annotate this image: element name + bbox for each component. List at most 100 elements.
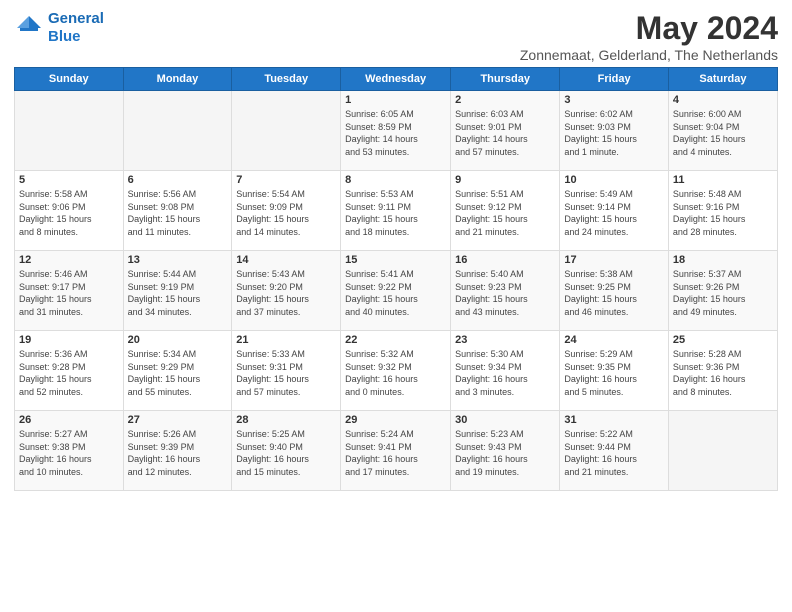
day-cell: 8Sunrise: 5:53 AM Sunset: 9:11 PM Daylig… [341,171,451,251]
day-info: Sunrise: 5:48 AM Sunset: 9:16 PM Dayligh… [673,188,773,238]
day-number: 26 [19,414,119,426]
day-number: 10 [564,174,664,186]
day-cell: 26 Sunrise: 5:27 AM Sunset: 9:38 PM Dayli… [15,411,124,491]
day-number: 14 [236,254,336,266]
day-number: 31 [564,414,664,426]
day-cell [232,91,341,171]
page: General Blue May 2024 Zonnemaat, Gelderl… [0,0,792,612]
day-info: Sunrise: 5:33 AM Sunset: 9:31 PM Dayligh… [236,348,336,398]
subtitle: Zonnemaat, Gelderland, The Netherlands [520,47,778,63]
day-number: 17 [564,254,664,266]
day-info: Sunrise: 5:25 AM Sunset: 9:40 PM Dayligh… [236,428,336,478]
logo-general: General [48,10,104,27]
day-info: Sunrise: 5:58 AM Sunset: 9:06 PM Dayligh… [19,188,119,238]
day-number: 19 [19,334,119,346]
day-cell: 3 Sunrise: 6:02 AM Sunset: 9:03 PM Daylig… [560,91,669,171]
day-number: 28 [236,414,336,426]
day-info: Sunrise: 5:38 AM Sunset: 9:25 PM Dayligh… [564,268,664,318]
day-info: Sunrise: 5:46 AM Sunset: 9:17 PM Dayligh… [19,268,119,318]
day-cell: 2 Sunrise: 6:03 AM Sunset: 9:01 PM Daylig… [451,91,560,171]
week-row-5: 26 Sunrise: 5:27 AM Sunset: 9:38 PM Dayli… [15,411,778,491]
day-info: Sunrise: 5:41 AM Sunset: 9:22 PM Dayligh… [345,268,446,318]
weekday-header-wednesday: Wednesday [341,68,451,91]
day-info: Sunrise: 5:34 AM Sunset: 9:29 PM Dayligh… [128,348,228,398]
header: General Blue May 2024 Zonnemaat, Gelderl… [14,10,778,63]
day-info: Sunrise: 5:32 AM Sunset: 9:32 PM Dayligh… [345,348,446,398]
week-row-3: 12 Sunrise: 5:46 AM Sunset: 9:17 PM Dayli… [15,251,778,331]
day-info: Sunrise: 5:27 AM Sunset: 9:38 PM Dayligh… [19,428,119,478]
logo-text: General Blue [48,10,104,46]
day-number: 30 [455,414,555,426]
day-cell: 18Sunrise: 5:37 AM Sunset: 9:26 PM Dayli… [668,251,777,331]
day-number: 1 [345,94,446,106]
day-number: 12 [19,254,119,266]
day-info: Sunrise: 5:51 AM Sunset: 9:12 PM Dayligh… [455,188,555,238]
day-info: Sunrise: 5:24 AM Sunset: 9:41 PM Dayligh… [345,428,446,478]
weekday-header-tuesday: Tuesday [232,68,341,91]
weekday-header-monday: Monday [123,68,232,91]
calendar-header: SundayMondayTuesdayWednesdayThursdayFrid… [15,68,778,91]
day-info: Sunrise: 5:28 AM Sunset: 9:36 PM Dayligh… [673,348,773,398]
day-info: Sunrise: 5:53 AM Sunset: 9:11 PM Dayligh… [345,188,446,238]
day-cell: 20 Sunrise: 5:34 AM Sunset: 9:29 PM Dayli… [123,331,232,411]
day-cell: 23 Sunrise: 5:30 AM Sunset: 9:34 PM Dayli… [451,331,560,411]
day-cell: 30 Sunrise: 5:23 AM Sunset: 9:43 PM Dayli… [451,411,560,491]
day-cell: 16 Sunrise: 5:40 AM Sunset: 9:23 PM Dayli… [451,251,560,331]
day-number: 27 [128,414,228,426]
day-info: Sunrise: 5:29 AM Sunset: 9:35 PM Dayligh… [564,348,664,398]
day-info: Sunrise: 5:30 AM Sunset: 9:34 PM Dayligh… [455,348,555,398]
day-info: Sunrise: 5:22 AM Sunset: 9:44 PM Dayligh… [564,428,664,478]
day-number: 23 [455,334,555,346]
day-number: 2 [455,94,555,106]
day-number: 25 [673,334,773,346]
month-title: May 2024 [520,10,778,47]
day-cell: 6 Sunrise: 5:56 AM Sunset: 9:08 PM Daylig… [123,171,232,251]
day-cell: 1 Sunrise: 6:05 AM Sunset: 8:59 PM Daylig… [341,91,451,171]
weekday-header-row: SundayMondayTuesdayWednesdayThursdayFrid… [15,68,778,91]
title-block: May 2024 Zonnemaat, Gelderland, The Neth… [520,10,778,63]
day-number: 16 [455,254,555,266]
day-cell: 15Sunrise: 5:41 AM Sunset: 9:22 PM Dayli… [341,251,451,331]
day-number: 18 [673,254,773,266]
day-info: Sunrise: 5:49 AM Sunset: 9:14 PM Dayligh… [564,188,664,238]
day-number: 24 [564,334,664,346]
day-cell: 4Sunrise: 6:00 AM Sunset: 9:04 PM Daylig… [668,91,777,171]
day-cell: 25 Sunrise: 5:28 AM Sunset: 9:36 PM Dayli… [668,331,777,411]
day-number: 5 [19,174,119,186]
day-info: Sunrise: 5:40 AM Sunset: 9:23 PM Dayligh… [455,268,555,318]
weekday-header-thursday: Thursday [451,68,560,91]
day-info: Sunrise: 6:02 AM Sunset: 9:03 PM Dayligh… [564,108,664,158]
weekday-header-saturday: Saturday [668,68,777,91]
day-cell: 19Sunrise: 5:36 AM Sunset: 9:28 PM Dayli… [15,331,124,411]
logo: General Blue [14,10,104,46]
day-number: 11 [673,174,773,186]
day-number: 22 [345,334,446,346]
calendar-body: 1 Sunrise: 6:05 AM Sunset: 8:59 PM Daylig… [15,91,778,491]
day-number: 9 [455,174,555,186]
day-cell: 28 Sunrise: 5:25 AM Sunset: 9:40 PM Dayli… [232,411,341,491]
day-cell: 21 Sunrise: 5:33 AM Sunset: 9:31 PM Dayli… [232,331,341,411]
day-number: 21 [236,334,336,346]
day-number: 20 [128,334,228,346]
day-cell: 11 Sunrise: 5:48 AM Sunset: 9:16 PM Dayli… [668,171,777,251]
calendar-table: SundayMondayTuesdayWednesdayThursdayFrid… [14,67,778,491]
day-cell: 14 Sunrise: 5:43 AM Sunset: 9:20 PM Dayli… [232,251,341,331]
day-info: Sunrise: 6:05 AM Sunset: 8:59 PM Dayligh… [345,108,446,158]
week-row-2: 5 Sunrise: 5:58 AM Sunset: 9:06 PM Daylig… [15,171,778,251]
logo-blue: Blue [48,28,104,46]
day-cell: 27Sunrise: 5:26 AM Sunset: 9:39 PM Dayli… [123,411,232,491]
day-info: Sunrise: 5:43 AM Sunset: 9:20 PM Dayligh… [236,268,336,318]
day-cell: 5 Sunrise: 5:58 AM Sunset: 9:06 PM Daylig… [15,171,124,251]
day-info: Sunrise: 6:00 AM Sunset: 9:04 PM Dayligh… [673,108,773,158]
day-cell: 17 Sunrise: 5:38 AM Sunset: 9:25 PM Dayli… [560,251,669,331]
weekday-header-sunday: Sunday [15,68,124,91]
week-row-1: 1 Sunrise: 6:05 AM Sunset: 8:59 PM Daylig… [15,91,778,171]
day-info: Sunrise: 6:03 AM Sunset: 9:01 PM Dayligh… [455,108,555,158]
day-info: Sunrise: 5:56 AM Sunset: 9:08 PM Dayligh… [128,188,228,238]
day-number: 13 [128,254,228,266]
day-info: Sunrise: 5:23 AM Sunset: 9:43 PM Dayligh… [455,428,555,478]
day-number: 6 [128,174,228,186]
day-number: 7 [236,174,336,186]
day-number: 3 [564,94,664,106]
day-info: Sunrise: 5:54 AM Sunset: 9:09 PM Dayligh… [236,188,336,238]
